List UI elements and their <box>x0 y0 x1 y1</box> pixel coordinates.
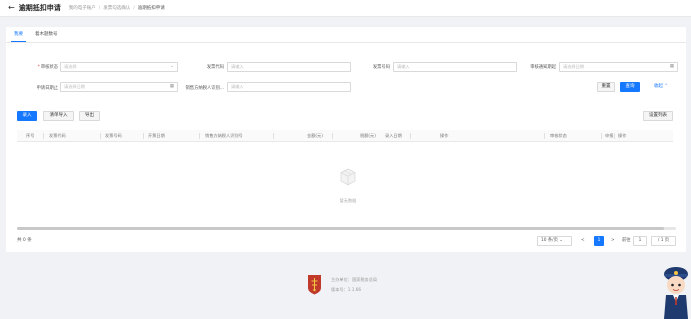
column-setting-button[interactable]: 设置列表 <box>643 111 673 121</box>
date-placeholder: 请选择日期 <box>563 64 584 69</box>
label-invoice-number: 发票号码 <box>346 64 390 70</box>
column-header: 审核状态 <box>550 133 567 138</box>
column-divider <box>614 133 615 139</box>
label-text: 审核通知期起 <box>530 65 556 70</box>
column-header: 操作 <box>618 133 627 138</box>
page-title: 逾期抵扣申请 <box>18 4 61 12</box>
notice-date-from-picker[interactable]: 请选择日期 ▦ <box>559 62 678 72</box>
collapse-toggle[interactable]: 收起 ⌃ <box>650 82 672 92</box>
column-header: 发票代码 <box>49 133 66 138</box>
breadcrumb-item-current: 逾期抵扣申请 <box>137 6 165 11</box>
input-placeholder: 请输入 <box>397 64 410 69</box>
add-button[interactable]: 录入 <box>17 111 37 121</box>
label-text: 审核状态 <box>40 65 58 70</box>
footer-version: 版本号：1.1.66 <box>331 287 362 292</box>
column-header: 金额(元) <box>307 133 323 138</box>
label-text: 发票号码 <box>372 65 390 70</box>
invoice-number-input[interactable]: 请输入 <box>393 62 517 72</box>
calendar-icon: ▦ <box>669 64 674 69</box>
column-divider <box>273 133 274 139</box>
column-divider <box>143 133 144 139</box>
top-bar: ← 逾期抵扣申请 我的电子账户 / 发票勾选确认 / 逾期抵扣申请 <box>0 0 691 17</box>
column-header: 开票日期 <box>148 133 165 138</box>
column-divider <box>43 133 44 139</box>
input-placeholder: 请输入 <box>231 84 244 89</box>
column-header: 序号 <box>26 133 35 138</box>
label-seller-tax-id: 销售方纳税人识别... <box>180 85 224 91</box>
column-divider <box>410 133 411 139</box>
back-arrow-icon[interactable]: ← <box>8 4 15 12</box>
label-text: 发票代码 <box>206 65 224 70</box>
label-apply-date-to: 申请日期止 <box>14 85 58 91</box>
seller-tax-id-input[interactable]: 请输入 <box>227 82 351 92</box>
page-size-select[interactable]: 10 条/页 ⌄ <box>537 236 572 246</box>
total-pages: / 1 页 <box>651 236 676 246</box>
batch-import-button[interactable]: 清单导入 <box>43 111 74 121</box>
goto-label: 前往 <box>622 238 631 243</box>
label-text: 销售方纳税人识别... <box>185 86 224 91</box>
horizontal-scrollbar[interactable] <box>17 227 676 230</box>
calendar-icon: ▦ <box>169 84 174 89</box>
scrollbar-thumb[interactable] <box>17 227 664 230</box>
select-placeholder: 请选择 <box>64 64 77 69</box>
breadcrumb-item-account[interactable]: 我的电子账户 <box>69 5 96 11</box>
breadcrumb-separator: / <box>98 5 101 11</box>
column-header: 税额(元) <box>360 133 376 138</box>
date-placeholder: 请选择日期 <box>64 84 85 89</box>
breadcrumb-separator: / <box>133 5 135 11</box>
invoice-code-input[interactable]: 请输入 <box>227 62 351 72</box>
tax-emblem-logo <box>308 275 321 295</box>
column-divider <box>199 133 200 139</box>
footer-organizer: 主办单位：国家税务总局 <box>331 277 378 282</box>
total-count: 共 0 条 <box>17 238 32 243</box>
export-button[interactable]: 导出 <box>79 111 100 121</box>
apply-date-to-picker[interactable]: 请选择日期 ▦ <box>60 82 178 92</box>
label-text: 申请日期止 <box>36 86 58 91</box>
assistant-mascot-icon[interactable] <box>660 264 691 319</box>
label-invoice-code: 发票代码 <box>180 64 224 70</box>
input-placeholder: 请输入 <box>231 64 244 69</box>
column-header: 操作 <box>440 133 449 138</box>
collapse-label: 收起 <box>653 84 663 89</box>
table-header: 序号 发票代码 发票号码 开票日期 销售方纳税人识别号 金额(元) 税额(元) … <box>17 130 673 142</box>
column-divider <box>544 133 545 139</box>
column-header: 发票号码 <box>105 133 122 138</box>
column-divider <box>601 133 602 139</box>
tab-bar: 我要 着木题数号 <box>6 27 686 43</box>
tab-apply[interactable]: 我要 <box>11 27 26 42</box>
column-divider <box>332 133 333 139</box>
empty-box-icon <box>340 168 356 186</box>
label-notice-date-from: 审核通知期起 <box>512 64 556 70</box>
column-header: 录入日期 <box>385 133 402 138</box>
query-button[interactable]: 查询 <box>620 82 640 92</box>
reset-button[interactable]: 重置 <box>597 82 615 92</box>
breadcrumb-item-invoice-confirm[interactable]: 发票勾选确认 <box>103 5 130 11</box>
audit-status-select[interactable]: 请选择 ⌄ <box>60 62 178 72</box>
next-page-icon[interactable]: > <box>611 236 615 246</box>
prev-page-icon[interactable]: < <box>581 236 585 246</box>
tab-records[interactable]: 着木题数号 <box>32 27 61 42</box>
required-mark: * <box>37 65 40 70</box>
empty-text: 暂无数据 <box>339 198 357 203</box>
page-number-current[interactable]: 1 <box>594 236 604 246</box>
page-size-value: 10 条/页 <box>541 238 558 243</box>
column-divider <box>100 133 101 139</box>
label-audit-status: *审核状态 <box>14 64 58 70</box>
chevron-up-icon: ⌃ <box>664 84 669 89</box>
goto-page-input[interactable]: 1 <box>633 236 647 246</box>
chevron-down-icon: ⌄ <box>170 64 174 69</box>
chevron-down-icon: ⌄ <box>559 238 563 243</box>
column-header: 申报 <box>605 133 614 138</box>
column-header: 销售方纳税人识别号 <box>205 133 243 138</box>
